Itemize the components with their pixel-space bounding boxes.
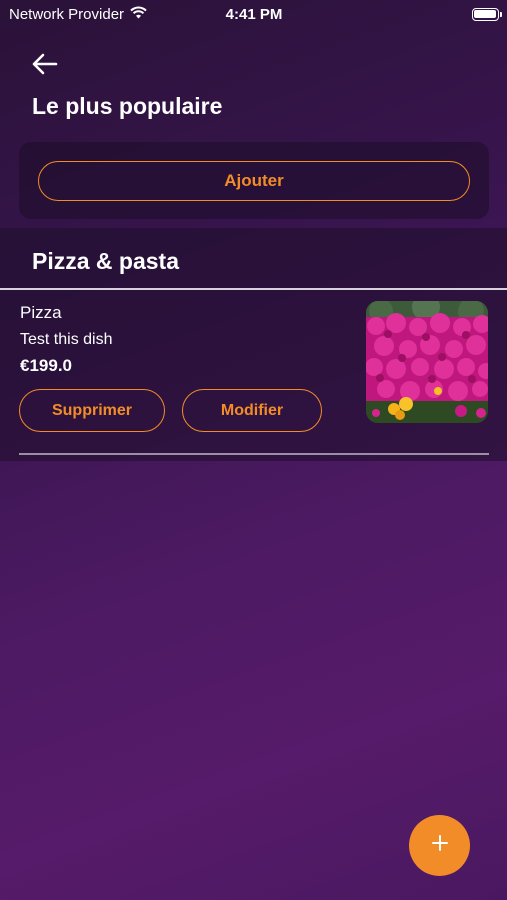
dish-name: Pizza [20, 303, 62, 322]
edit-button[interactable]: Modifier [182, 389, 322, 432]
status-time: 4:41 PM [225, 5, 283, 23]
section-title: Pizza & pasta [32, 248, 179, 274]
status-left: Network Provider [9, 6, 179, 23]
battery-icon [471, 7, 502, 21]
dish-description: Test this dish [20, 331, 113, 348]
plus-icon [431, 835, 448, 856]
back-button[interactable] [28, 50, 60, 82]
status-right [329, 7, 502, 21]
arrow-left-icon [30, 52, 58, 81]
delete-button[interactable]: Supprimer [19, 389, 165, 432]
item-divider [19, 453, 489, 455]
dish-image [366, 301, 488, 423]
add-fab-button[interactable] [409, 815, 470, 876]
add-card: Ajouter [19, 142, 489, 219]
page-title: Le plus populaire [32, 93, 223, 119]
add-button[interactable]: Ajouter [38, 161, 470, 201]
carrier-label: Network Provider [9, 5, 125, 23]
wifi-icon [130, 6, 147, 23]
category-section: Pizza & pasta Pizza Test this dish €199.… [0, 228, 507, 461]
status-bar: Network Provider 4:41 PM [0, 0, 507, 28]
section-divider [0, 288, 507, 290]
dish-price: €199.0 [20, 356, 72, 375]
